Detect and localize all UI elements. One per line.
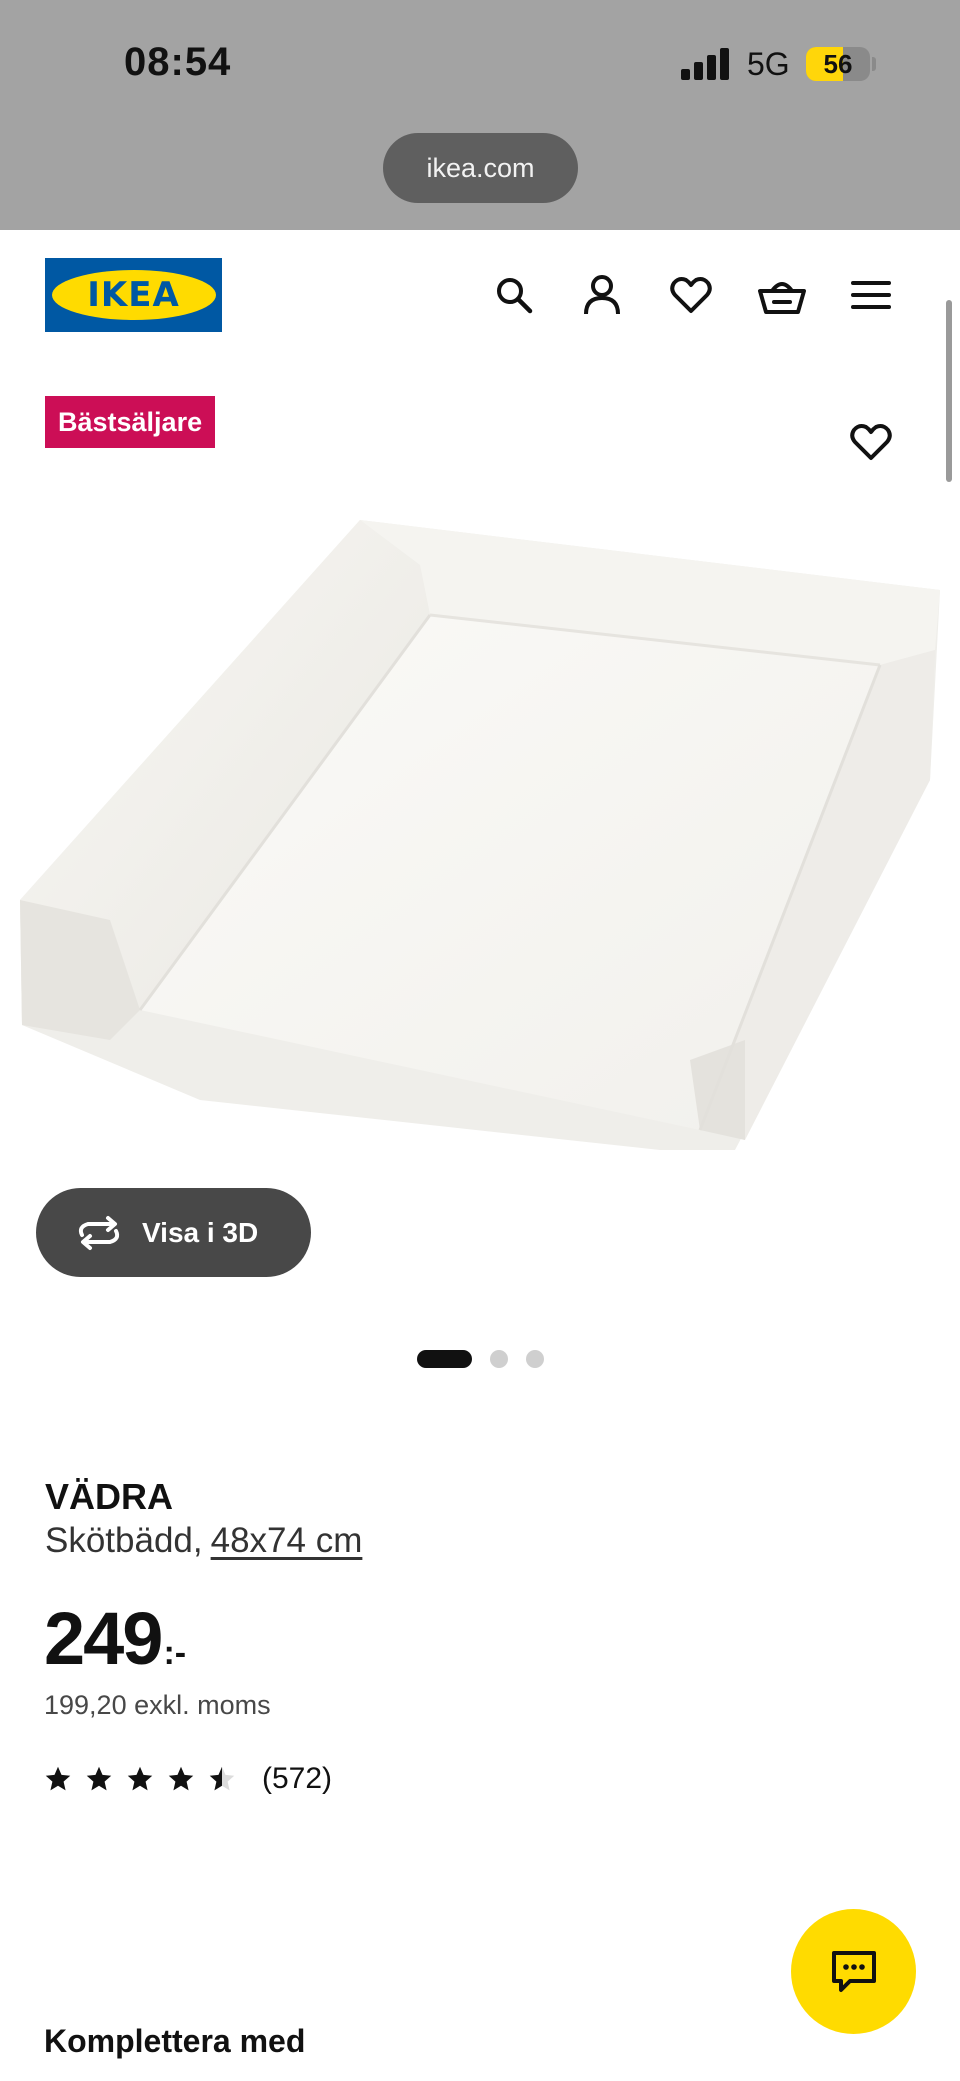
logo-oval: IKEA <box>51 270 216 320</box>
price-currency: :- <box>163 1634 187 1672</box>
heart-icon <box>850 424 892 460</box>
price-amount: 249 <box>44 1597 163 1680</box>
carousel-dot-3[interactable] <box>526 1350 544 1368</box>
signal-icon <box>681 48 731 80</box>
product-image[interactable] <box>0 480 960 1200</box>
battery-tip <box>872 57 876 71</box>
chat-button[interactable] <box>791 1909 916 2034</box>
view-3d-button[interactable]: Visa i 3D <box>36 1188 311 1277</box>
logo-text: IKEA <box>87 275 180 315</box>
scrollbar[interactable] <box>946 300 952 482</box>
star-icon <box>86 1766 112 1791</box>
url-bar[interactable]: ikea.com <box>383 133 578 203</box>
heart-icon[interactable] <box>666 270 716 320</box>
product-size-link[interactable]: 48x74 cm <box>211 1521 363 1560</box>
product-description: Skötbädd, 48x74 cm <box>45 1521 362 1561</box>
favorite-button[interactable] <box>845 418 897 466</box>
half-star-icon <box>209 1766 235 1791</box>
menu-icon[interactable] <box>846 270 896 320</box>
account-icon[interactable] <box>577 270 627 320</box>
ikea-logo[interactable]: IKEA <box>45 258 222 332</box>
star-icon <box>168 1766 194 1791</box>
network-type: 5G <box>747 46 790 82</box>
view-3d-label: Visa i 3D <box>142 1216 259 1248</box>
status-bar: 08:54 5G 56 ikea.com <box>0 0 960 230</box>
rotate-3d-icon <box>78 1215 120 1250</box>
image-carousel-dots <box>417 1350 544 1368</box>
carousel-dot-1[interactable] <box>417 1350 472 1368</box>
product-price: 249 :- <box>44 1596 186 1681</box>
product-rating[interactable]: (572) <box>44 1762 332 1796</box>
status-time: 08:54 <box>124 40 232 84</box>
rating-stars <box>44 1765 236 1793</box>
review-count: (572) <box>262 1762 333 1795</box>
carousel-dot-2[interactable] <box>490 1350 508 1368</box>
bestseller-badge: Bästsäljare <box>45 396 216 448</box>
star-icon <box>127 1766 153 1791</box>
star-icon <box>45 1766 71 1791</box>
product-type: Skötbädd, <box>45 1521 203 1560</box>
product-name: VÄDRA <box>45 1476 174 1517</box>
battery-icon: 56 <box>806 47 870 81</box>
price-excl-vat: 199,20 exkl. moms <box>44 1690 271 1720</box>
battery-level: 56 <box>823 49 853 79</box>
complement-heading: Komplettera med <box>44 2023 306 2059</box>
chat-icon <box>831 1950 876 1992</box>
site-header: IKEA <box>0 230 960 360</box>
basket-icon[interactable] <box>757 270 807 320</box>
search-icon[interactable] <box>489 270 539 320</box>
